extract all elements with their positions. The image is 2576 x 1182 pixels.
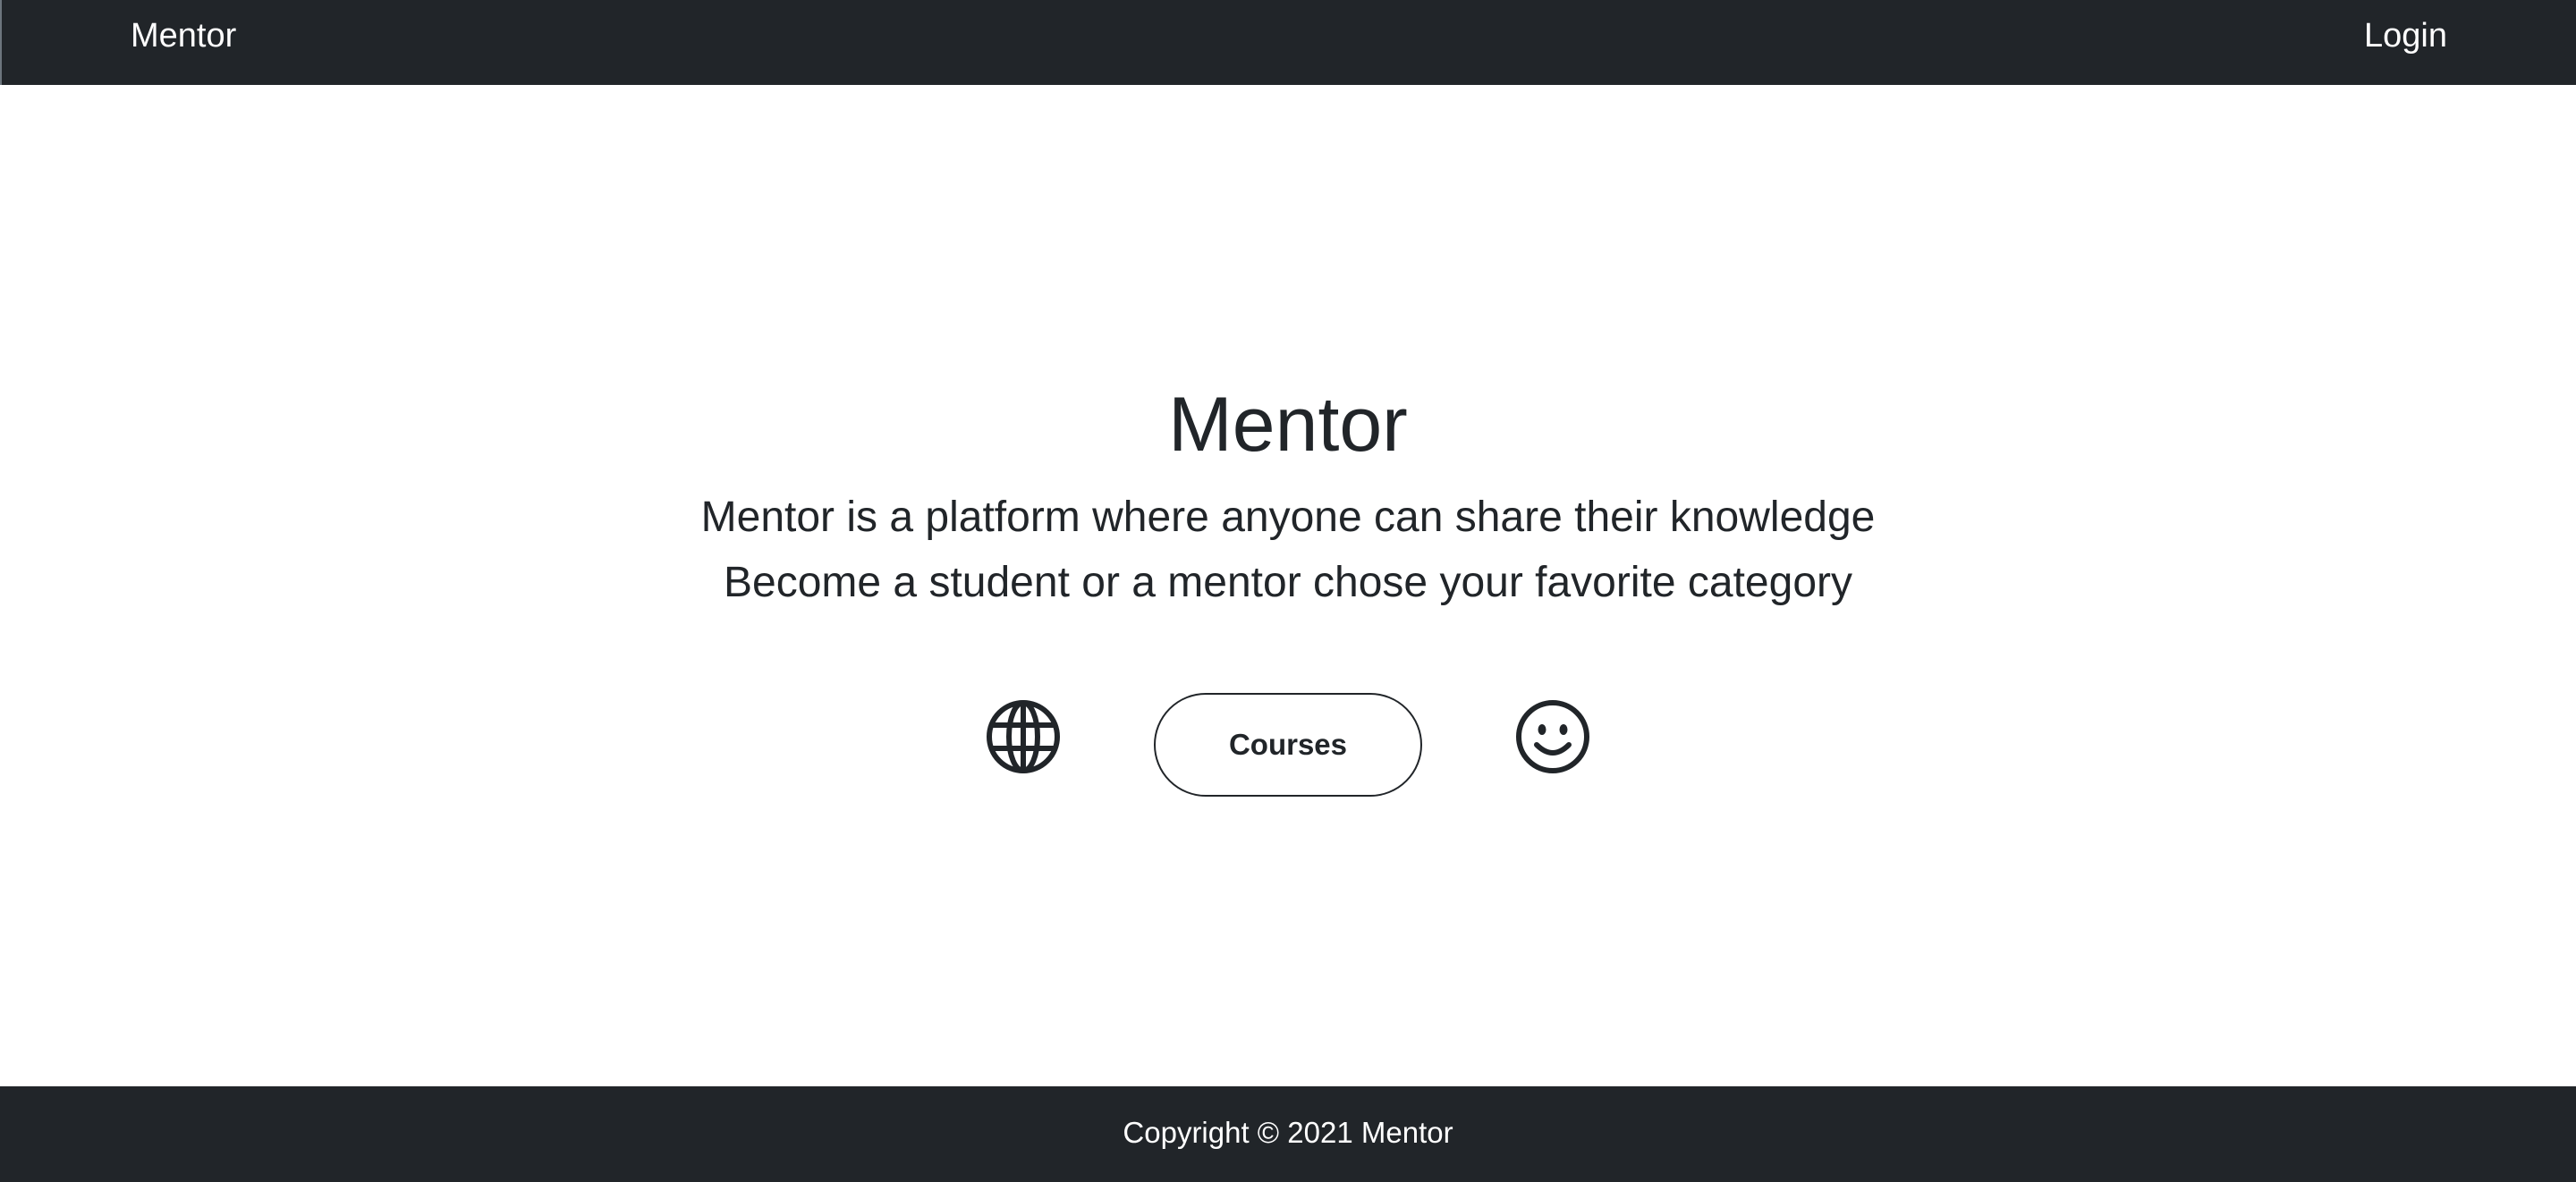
login-link[interactable]: Login xyxy=(2364,14,2447,57)
hero-description-line-1: Mentor is a platform where anyone can sh… xyxy=(700,494,1876,541)
top-navbar: Mentor Login xyxy=(0,0,2576,85)
copyright-text: Copyright © 2021 Mentor xyxy=(1123,1116,1453,1149)
courses-button[interactable]: Courses xyxy=(1154,693,1422,797)
brand-link[interactable]: Mentor xyxy=(131,14,236,57)
footer: Copyright © 2021 Mentor xyxy=(0,1086,2576,1182)
hero-title: Mentor xyxy=(1168,382,1408,468)
smiley-icon xyxy=(1514,698,1591,775)
hero-description-line-2: Become a student or a mentor chose your … xyxy=(724,559,1852,606)
hero-section: Mentor Mentor is a platform where anyone… xyxy=(0,85,2576,1086)
globe-icon xyxy=(985,698,1062,775)
